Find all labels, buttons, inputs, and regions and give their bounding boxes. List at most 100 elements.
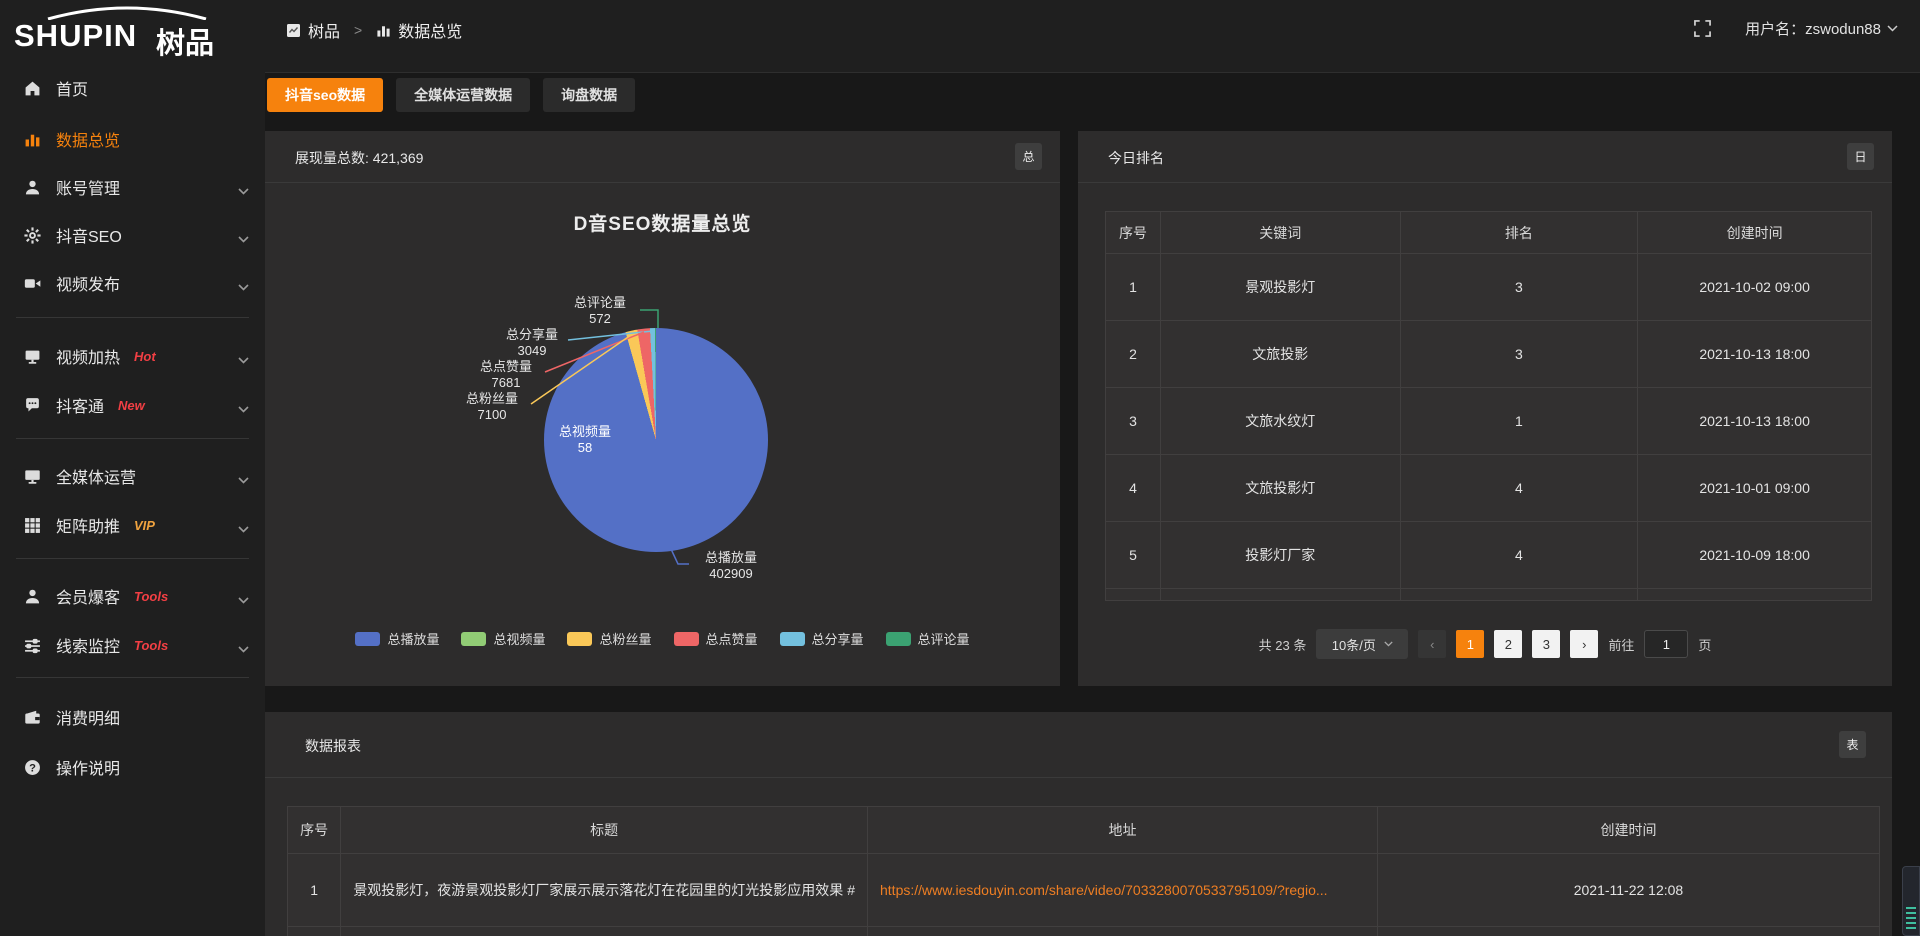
tab-omnimedia-data[interactable]: 全媒体运营数据 bbox=[396, 78, 530, 112]
sidebar-item-label: 抖音SEO bbox=[56, 223, 122, 247]
legend-swatch bbox=[355, 632, 380, 646]
col-index: 序号 bbox=[288, 807, 341, 854]
svg-text:?: ? bbox=[29, 762, 36, 774]
legend-item-likes[interactable]: 总点赞量 bbox=[674, 629, 758, 648]
col-title: 标题 bbox=[341, 807, 868, 854]
sidebar-item-lead-monitor[interactable]: 线索监控 Tools bbox=[0, 628, 265, 662]
legend-swatch bbox=[886, 632, 911, 646]
page-size-select[interactable]: 10条/页 bbox=[1316, 629, 1408, 659]
next-page-button[interactable]: › bbox=[1570, 630, 1598, 658]
home-icon bbox=[24, 80, 41, 97]
gear-icon bbox=[24, 227, 41, 244]
sidebar-item-label: 全媒体运营 bbox=[56, 464, 136, 488]
legend-item-videos[interactable]: 总视频量 bbox=[461, 629, 545, 648]
page-button-3[interactable]: 3 bbox=[1532, 630, 1560, 658]
sidebar-item-omnimedia[interactable]: 全媒体运营 bbox=[0, 459, 265, 493]
floating-widget[interactable] bbox=[1902, 866, 1920, 936]
col-rank: 排名 bbox=[1400, 212, 1638, 254]
app-small-icon bbox=[286, 23, 301, 38]
col-url: 地址 bbox=[868, 807, 1378, 854]
breadcrumb-root[interactable]: 树品 bbox=[308, 18, 340, 42]
grid-icon bbox=[24, 517, 41, 534]
breadcrumb-current[interactable]: 数据总览 bbox=[398, 18, 462, 42]
app-logo: SHUPIN 树品 bbox=[14, 6, 254, 62]
sidebar-item-label: 视频发布 bbox=[56, 271, 120, 295]
legend-item-shares[interactable]: 总分享量 bbox=[780, 629, 864, 648]
monitor-icon bbox=[24, 468, 41, 485]
sidebar-item-accounts[interactable]: 账号管理 bbox=[0, 170, 265, 204]
sidebar-item-home[interactable]: 首页 bbox=[0, 71, 265, 105]
page-button-1[interactable]: 1 bbox=[1456, 630, 1484, 658]
chevron-down-icon bbox=[238, 640, 249, 658]
report-panel-header: 数据报表 表 bbox=[265, 712, 1892, 778]
sidebar-item-help[interactable]: ? 操作说明 bbox=[0, 750, 265, 784]
sidebar-item-video-heat[interactable]: 视频加热 Hot bbox=[0, 339, 265, 373]
goto-page-input[interactable] bbox=[1644, 630, 1688, 658]
sidebar-item-video-publish[interactable]: 视频发布 bbox=[0, 266, 265, 300]
col-index: 序号 bbox=[1106, 212, 1161, 254]
table-row-clipped bbox=[288, 927, 1880, 936]
legend-item-plays[interactable]: 总播放量 bbox=[355, 629, 439, 648]
prev-page-button[interactable]: ‹ bbox=[1418, 630, 1446, 658]
video-link[interactable]: https://www.iesdouyin.com/share/video/70… bbox=[880, 882, 1328, 898]
sidebar-item-data-overview[interactable]: 数据总览 bbox=[0, 122, 265, 156]
fullscreen-icon[interactable] bbox=[1694, 20, 1711, 37]
col-created: 创建时间 bbox=[1377, 807, 1879, 854]
table-toggle-button[interactable]: 表 bbox=[1839, 731, 1866, 758]
page-button-2[interactable]: 2 bbox=[1494, 630, 1522, 658]
pie-label-likes: 总点赞量 7681 bbox=[467, 359, 545, 392]
tab-inquiry-data[interactable]: 询盘数据 bbox=[543, 78, 635, 112]
username-label: 用户名：zswodun88 bbox=[1745, 18, 1881, 39]
pie-label-videos: 总视频量 58 bbox=[545, 424, 625, 457]
sliders-icon bbox=[24, 637, 41, 654]
overview-panel-header: 展现量总数: 421,369 总 bbox=[265, 131, 1060, 183]
sidebar-item-label: 账号管理 bbox=[56, 175, 120, 199]
tab-douyin-seo-data[interactable]: 抖音seo数据 bbox=[267, 78, 383, 112]
vip-badge: VIP bbox=[134, 518, 155, 533]
username-menu[interactable]: 用户名：zswodun88 bbox=[1745, 18, 1898, 39]
legend-item-comments[interactable]: 总评论量 bbox=[886, 629, 970, 648]
overview-panel: 展现量总数: 421,369 总 D音SEO数据量总览 总评论量 572 总分享… bbox=[265, 131, 1060, 686]
day-toggle-button[interactable]: 日 bbox=[1847, 143, 1874, 170]
new-badge: New bbox=[118, 398, 145, 413]
sidebar-divider bbox=[16, 677, 249, 678]
sidebar-divider bbox=[16, 438, 249, 439]
legend-item-fans[interactable]: 总粉丝量 bbox=[567, 629, 651, 648]
ranking-panel-title: 今日排名 bbox=[1108, 148, 1164, 168]
widget-stripe bbox=[1906, 907, 1916, 909]
table-row: 2 文旅投影 3 2021-10-13 18:00 bbox=[1106, 321, 1872, 388]
breadcrumb-separator: > bbox=[354, 22, 362, 38]
legend-swatch bbox=[674, 632, 699, 646]
sidebar-item-douyin-seo[interactable]: 抖音SEO bbox=[0, 218, 265, 252]
table-row: 1 景观投影灯，夜游景观投影灯厂家展示展示落花灯在花园里的灯光投影应用效果 # … bbox=[288, 854, 1880, 927]
logo-text-cn: 树品 bbox=[156, 20, 214, 62]
widget-stripe bbox=[1906, 917, 1916, 919]
chart-icon bbox=[24, 131, 41, 148]
sidebar-item-matrix-boost[interactable]: 矩阵助推 VIP bbox=[0, 508, 265, 542]
pie-label-plays: 总播放量 402909 bbox=[681, 550, 781, 583]
breadcrumb: 树品 > 数据总览 bbox=[286, 18, 462, 42]
ranking-panel-header: 今日排名 日 bbox=[1078, 131, 1892, 183]
tools-badge: Tools bbox=[134, 589, 168, 604]
pie-label-fans: 总粉丝量 7100 bbox=[453, 391, 531, 424]
impressions-total: 展现量总数: 421,369 bbox=[295, 148, 423, 168]
table-header-row: 序号 标题 地址 创建时间 bbox=[288, 807, 1880, 854]
sidebar-item-doukentong[interactable]: 抖客通 New bbox=[0, 388, 265, 422]
col-keyword: 关键词 bbox=[1160, 212, 1400, 254]
hot-badge: Hot bbox=[134, 349, 156, 364]
sidebar-item-spending-details[interactable]: 消费明细 bbox=[0, 700, 265, 734]
total-toggle-button[interactable]: 总 bbox=[1015, 143, 1042, 170]
bar-chart-icon bbox=[376, 23, 391, 38]
pagination-total: 共 23 条 bbox=[1259, 635, 1307, 654]
sidebar-item-label: 首页 bbox=[56, 76, 88, 100]
help-icon: ? bbox=[24, 759, 41, 776]
report-panel: 数据报表 表 序号 标题 地址 创建时间 1 景观投影灯，夜游景观投影灯厂家展示… bbox=[265, 712, 1892, 936]
chevron-down-icon bbox=[238, 400, 249, 418]
data-tabs: 抖音seo数据 全媒体运营数据 询盘数据 bbox=[267, 78, 635, 112]
chevron-down-icon bbox=[238, 182, 249, 200]
table-row-clipped bbox=[1106, 589, 1872, 601]
chevron-down-icon bbox=[1384, 641, 1393, 647]
sidebar-item-member-tools[interactable]: 会员爆客 Tools bbox=[0, 579, 265, 613]
chevron-down-icon bbox=[238, 278, 249, 296]
chevron-down-icon bbox=[238, 520, 249, 538]
